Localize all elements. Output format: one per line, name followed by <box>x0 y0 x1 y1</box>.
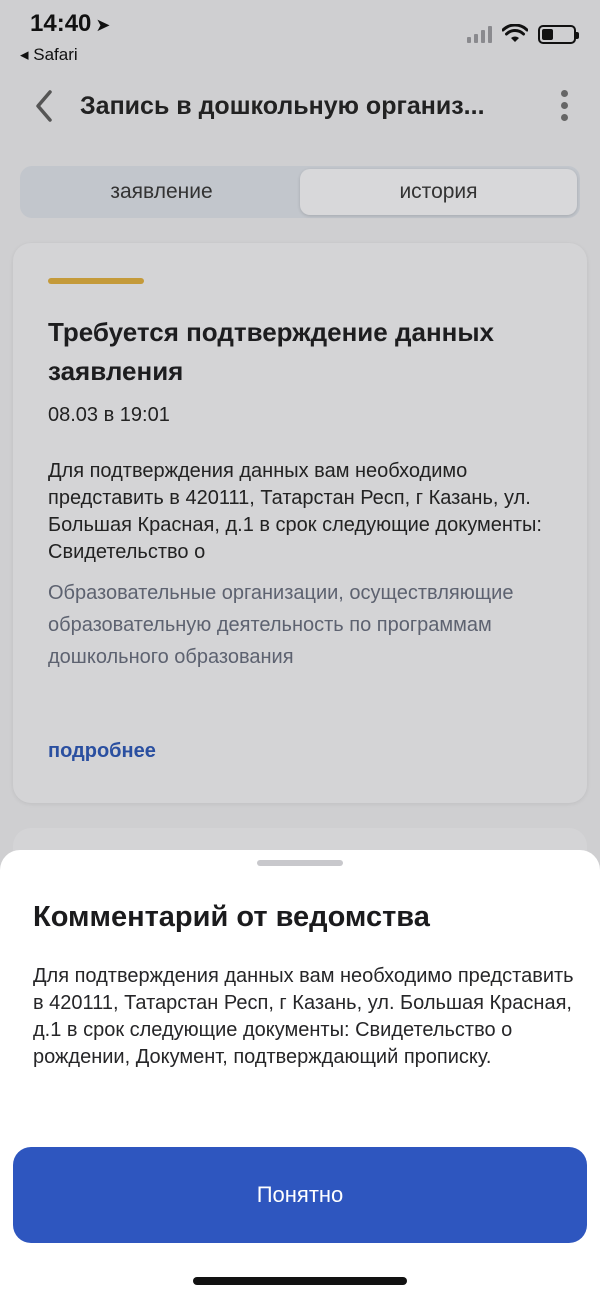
card-date: 08.03 в 19:01 <box>48 404 170 426</box>
status-accent-bar <box>48 278 144 284</box>
status-time: 14:40 ➤ <box>30 10 110 38</box>
location-arrow-icon: ➤ <box>95 15 111 35</box>
status-icons <box>467 24 579 44</box>
ok-button[interactable]: Понятно <box>13 1147 587 1243</box>
home-indicator <box>193 1277 407 1285</box>
battery-icon <box>538 24 579 44</box>
tab-application[interactable]: заявление <box>23 169 300 215</box>
tab-history[interactable]: история <box>300 169 577 215</box>
sheet-grabber[interactable] <box>257 860 343 866</box>
wifi-icon <box>502 24 528 42</box>
card-organization: Образовательные организации, осуществляю… <box>48 582 514 668</box>
bottom-sheet: Комментарий от ведомства Для подтвержден… <box>0 850 600 1297</box>
app-screen: 14:40 ➤ ◂ Safari Запись в дошкольную орга… <box>0 0 600 1297</box>
more-details-link[interactable]: подробнее <box>48 740 156 763</box>
card-title: Требуется подтверждение данных заявления <box>48 317 495 386</box>
card-body: Для подтверждения данных вам необходимо … <box>48 460 542 563</box>
sheet-comment-text: Для подтверждения данных вам необходимо … <box>33 965 574 1068</box>
page-title: Запись в дошкольную организ... <box>80 92 485 120</box>
sheet-title: Комментарий от ведомства <box>33 901 430 933</box>
segmented-control: заявление история <box>20 166 580 218</box>
status-time-text: 14:40 <box>30 10 92 37</box>
status-card: Требуется подтверждение данных заявления… <box>13 243 587 803</box>
back-chevron-icon[interactable] <box>30 88 58 124</box>
back-to-safari-link[interactable]: ◂ Safari <box>20 45 78 65</box>
cellular-signal-icon <box>467 25 492 43</box>
more-options-icon[interactable] <box>561 90 568 121</box>
